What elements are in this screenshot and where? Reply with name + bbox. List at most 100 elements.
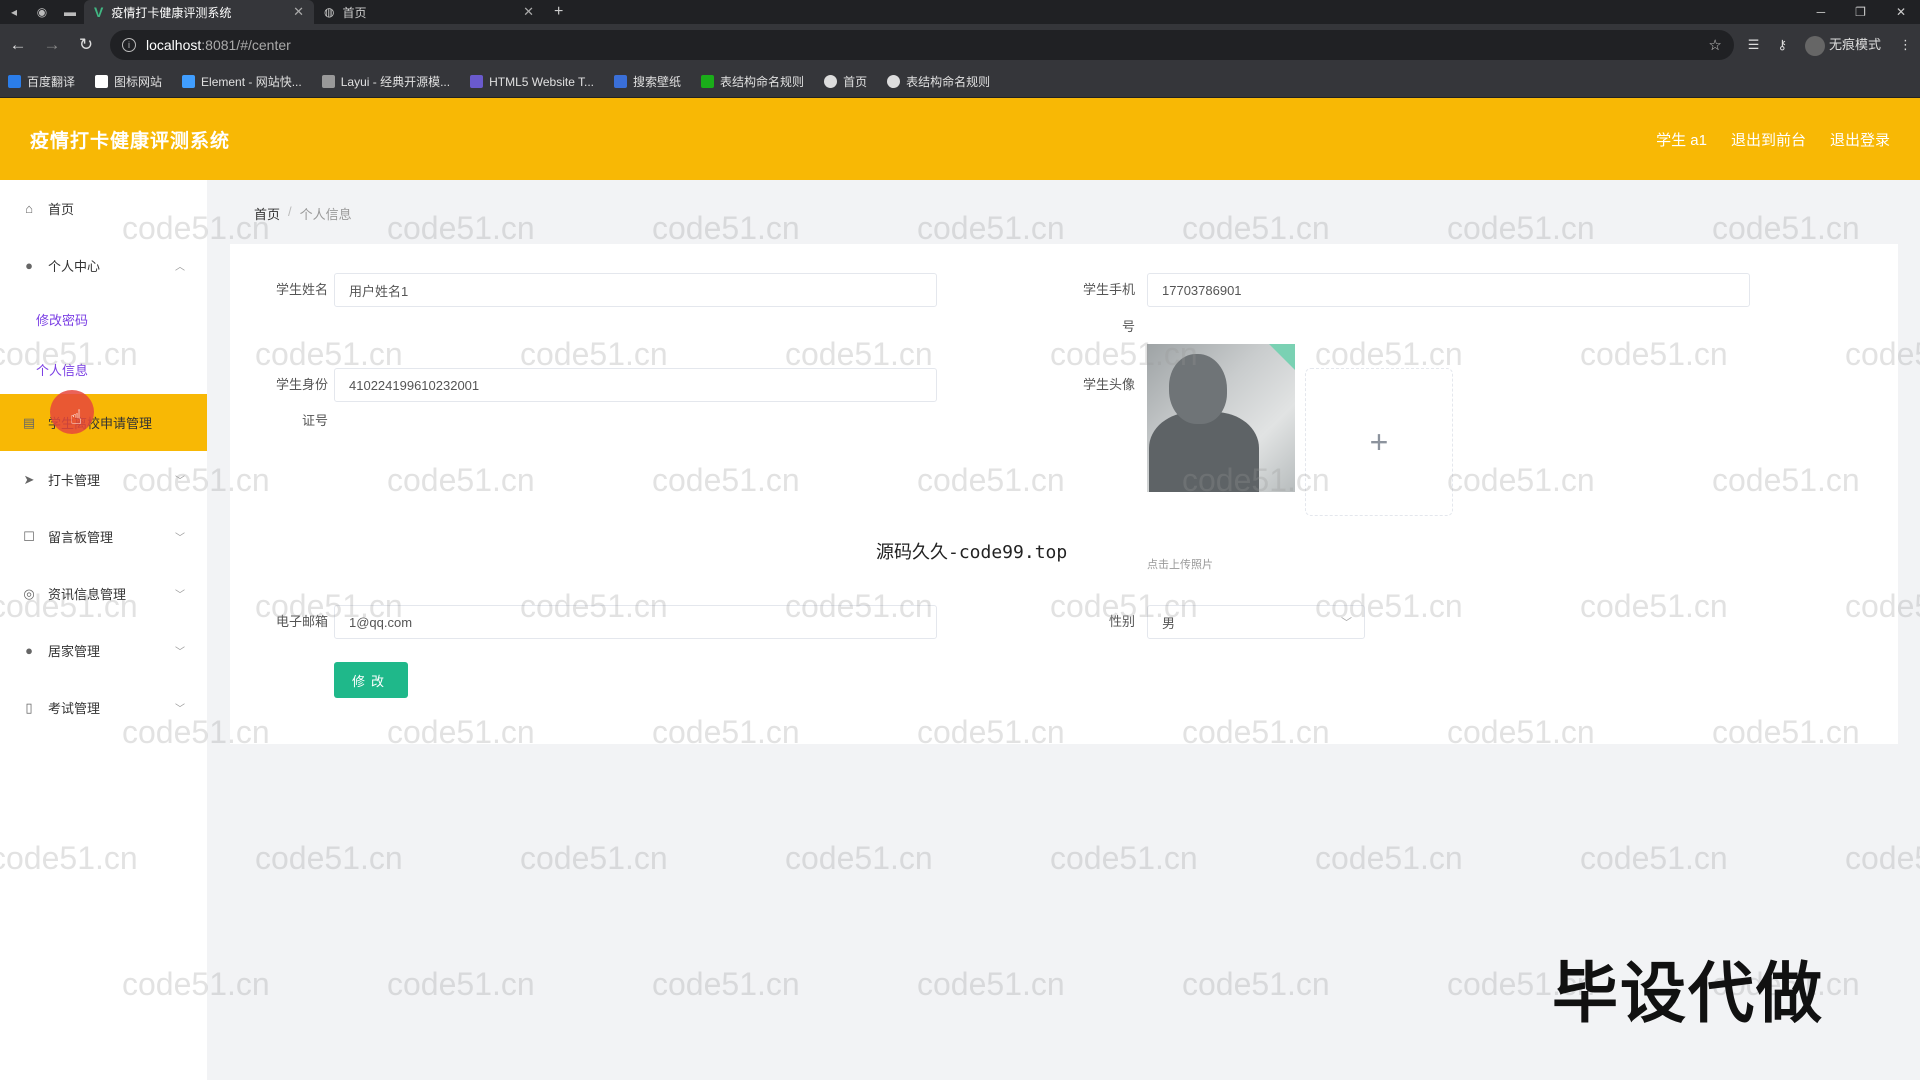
close-tab-icon[interactable]: ✕ bbox=[523, 4, 534, 20]
avatar-image bbox=[1147, 344, 1295, 492]
forward-icon[interactable]: → bbox=[42, 35, 62, 55]
window-controls: ─ ❐ ✕ bbox=[1817, 5, 1920, 19]
reading-list-icon[interactable]: ☰ bbox=[1748, 37, 1760, 53]
email-input[interactable]: 1@qq.com bbox=[334, 605, 937, 639]
tab-audio-icon[interactable]: ◂ bbox=[0, 0, 28, 24]
bookmark-item[interactable]: Layui - 经典开源模... bbox=[321, 73, 450, 90]
bookmark-item[interactable]: 表结构命名规则 bbox=[887, 73, 990, 90]
bookmark-item[interactable]: 搜索壁纸 bbox=[614, 73, 681, 90]
sidebar-item-checkin[interactable]: ➤ 打卡管理 ﹀ bbox=[0, 451, 207, 508]
info-icon: ◎ bbox=[23, 585, 35, 601]
profile-button[interactable]: 无痕模式 bbox=[1804, 34, 1881, 56]
avatar-upload-button[interactable]: + bbox=[1305, 368, 1453, 516]
url-path: :8081/#/center bbox=[201, 37, 291, 53]
chevron-down-icon: ﹀ bbox=[175, 647, 185, 658]
profile-label: 无痕模式 bbox=[1828, 37, 1881, 53]
reload-icon[interactable]: ↻ bbox=[76, 35, 96, 55]
flag-icon bbox=[95, 75, 109, 88]
key-icon[interactable]: ⚷ bbox=[1777, 37, 1787, 53]
gender-select[interactable]: 男 ﹀ bbox=[1147, 605, 1365, 639]
sidebar-item-label: 首页 bbox=[48, 202, 75, 217]
minimize-icon[interactable]: ─ bbox=[1817, 5, 1826, 19]
element-icon bbox=[182, 75, 196, 88]
bookmark-item[interactable]: Element - 网站快... bbox=[182, 73, 302, 90]
tab-search-icon[interactable]: ▬ bbox=[56, 0, 84, 24]
watermark-text: code51.cn bbox=[387, 966, 535, 1002]
close-tab-icon[interactable]: ✕ bbox=[293, 4, 304, 20]
gender-selected-value: 男 bbox=[1162, 615, 1176, 631]
table-icon bbox=[701, 75, 715, 88]
name-input[interactable]: 用户姓名1 bbox=[334, 273, 937, 307]
submit-button[interactable]: 修改 bbox=[334, 662, 408, 698]
breadcrumb-home[interactable]: 首页 bbox=[254, 204, 280, 223]
sidebar-item-home-quarantine[interactable]: ● 居家管理 ﹀ bbox=[0, 622, 207, 679]
chevron-up-icon: ︿ bbox=[175, 262, 185, 273]
bookmark-item[interactable]: 图标网站 bbox=[95, 73, 162, 90]
promo-text: 毕设代做 bbox=[1552, 955, 1824, 1032]
phone-label: 学生手机 bbox=[1082, 282, 1135, 297]
bookmark-item[interactable]: 首页 bbox=[824, 73, 867, 90]
bookmark-item[interactable]: 百度翻译 bbox=[8, 73, 75, 90]
url-input[interactable]: i localhost:8081/#/center ☆ bbox=[110, 30, 1734, 60]
watermark-text: code51.cn bbox=[1447, 210, 1595, 246]
phone-input[interactable]: 17703786901 bbox=[1147, 273, 1750, 307]
sidebar-item-exam[interactable]: ▯ 考试管理 ﹀ bbox=[0, 679, 207, 736]
sidebar-item-personal-center[interactable]: ● 个人中心 ︿ bbox=[0, 237, 207, 294]
source-caption: 源码久久-code99.top bbox=[876, 542, 1068, 563]
browser-tab[interactable]: ◍ 首页 ✕ bbox=[314, 0, 544, 24]
watermark-text: code51.cn bbox=[1050, 840, 1198, 876]
back-icon[interactable]: ← bbox=[8, 35, 28, 55]
watermark-text: code51.cn bbox=[785, 840, 933, 876]
site-info-icon[interactable]: i bbox=[122, 38, 136, 52]
close-window-icon[interactable]: ✕ bbox=[1896, 5, 1906, 19]
file-icon: ▤ bbox=[22, 414, 36, 430]
submenu-item-personal-info[interactable]: 个人信息 bbox=[0, 344, 207, 394]
translate-icon bbox=[8, 75, 21, 88]
avatar-silhouette-body bbox=[1149, 412, 1259, 492]
watermark-text: code51.cn bbox=[917, 966, 1065, 1002]
avatar-corner-accent bbox=[1269, 344, 1295, 370]
tab-title: 疫情打卡健康评测系统 bbox=[111, 5, 232, 20]
submenu-item-change-password[interactable]: 修改密码 bbox=[0, 294, 207, 344]
current-user-label[interactable]: 学生 a1 bbox=[1656, 129, 1707, 150]
watermark-text: code51.cn bbox=[1182, 210, 1330, 246]
watermark-text: code51.cn bbox=[520, 840, 668, 876]
restore-icon[interactable]: ❐ bbox=[1855, 5, 1866, 19]
breadcrumb-separator: / bbox=[288, 204, 292, 219]
gender-label: 性别 bbox=[1108, 614, 1135, 629]
sidebar-item-label: 资讯信息管理 bbox=[48, 587, 127, 602]
logout-link[interactable]: 退出登录 bbox=[1830, 129, 1890, 150]
sidebar-item-news[interactable]: ◎ 资讯信息管理 ﹀ bbox=[0, 565, 207, 622]
menu-kebab-icon[interactable]: ⋮ bbox=[1899, 37, 1912, 53]
watermark-text: code51.cn bbox=[1580, 840, 1728, 876]
vue-logo-icon: V bbox=[94, 4, 104, 20]
sidebar-item-label: 个人中心 bbox=[48, 259, 101, 274]
bookmarks-bar: 百度翻译 图标网站 Element - 网站快... Layui - 经典开源模… bbox=[0, 66, 1920, 98]
avatar-label: 学生头像 bbox=[1082, 377, 1135, 392]
address-bar: ← → ↻ i localhost:8081/#/center ☆ ☰ ⚷ 无痕… bbox=[0, 24, 1920, 66]
id-number-input[interactable]: 410224199610232001 bbox=[334, 368, 937, 402]
plus-icon: + bbox=[1369, 423, 1389, 460]
bookmark-star-icon[interactable]: ☆ bbox=[1708, 36, 1721, 54]
sidebar-item-home[interactable]: ⌂ 首页 bbox=[0, 180, 207, 237]
sidebar-item-leave-application[interactable]: ▤ 学生离校申请管理 bbox=[0, 394, 207, 451]
globe-icon bbox=[887, 75, 901, 88]
id-label-cont: 证号 bbox=[301, 413, 328, 428]
id-label: 学生身份 bbox=[275, 377, 328, 392]
browser-tab-bar: ◂ ◉ ▬ V 疫情打卡健康评测系统 ✕ ◍ 首页 ✕ + ─ ❐ ✕ bbox=[0, 0, 1920, 24]
back-to-front-link[interactable]: 退出到前台 bbox=[1731, 129, 1806, 150]
chevron-down-icon: ﹀ bbox=[175, 590, 185, 601]
bookmark-item[interactable]: HTML5 Website T... bbox=[470, 75, 594, 89]
url-host: localhost bbox=[146, 37, 202, 53]
avatar-silhouette-head bbox=[1169, 354, 1227, 424]
email-label: 电子邮箱 bbox=[275, 614, 328, 629]
sidebar-item-message-board[interactable]: ☐ 留言板管理 ﹀ bbox=[0, 508, 207, 565]
phone-label-cont: 号 bbox=[1121, 319, 1135, 334]
new-tab-button[interactable]: + bbox=[544, 3, 573, 21]
breadcrumb-current: 个人信息 bbox=[299, 207, 352, 222]
browser-tab-active[interactable]: V 疫情打卡健康评测系统 ✕ bbox=[84, 0, 314, 24]
app-title: 疫情打卡健康评测系统 bbox=[30, 130, 231, 152]
watermark-text: code51.cn bbox=[255, 840, 403, 876]
watermark-text: code51.cn bbox=[1712, 210, 1860, 246]
bookmark-item[interactable]: 表结构命名规则 bbox=[701, 73, 804, 90]
